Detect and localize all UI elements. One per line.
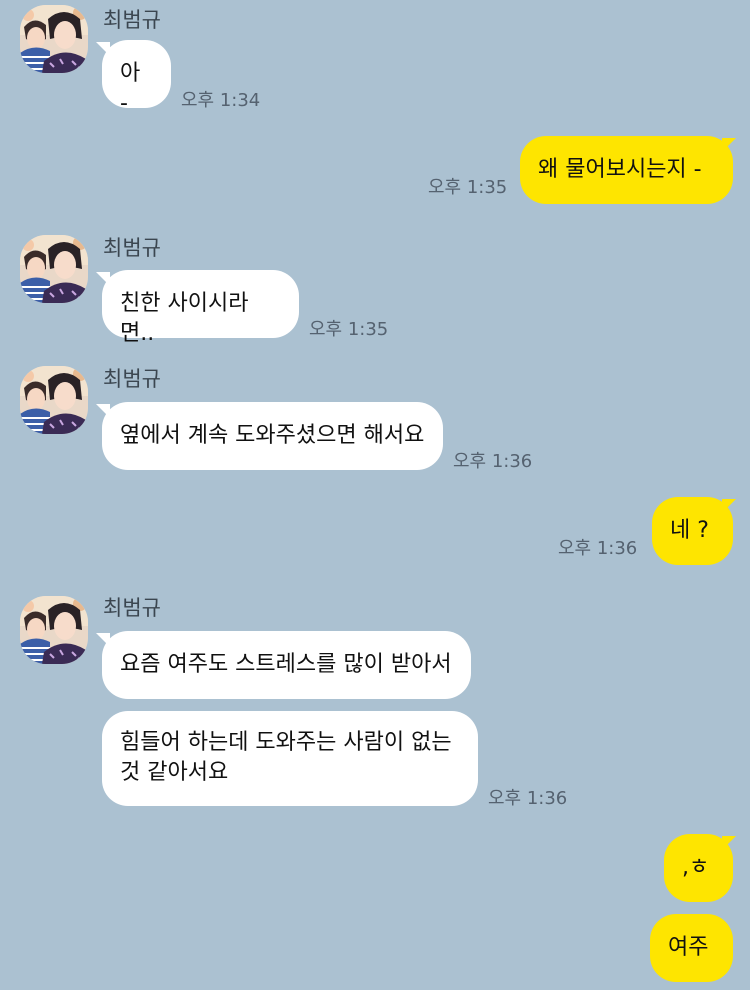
message-bubble-incoming[interactable]: 옆에서 계속 도와주셨으면 해서요	[102, 402, 443, 470]
message-bubble-outgoing[interactable]: ,ㅎ	[664, 834, 733, 902]
message-timestamp: 오후 1:34	[181, 90, 261, 111]
avatar[interactable]	[20, 5, 88, 73]
avatar-image	[20, 596, 88, 664]
sender-name: 최범규	[103, 367, 161, 391]
message-bubble-incoming[interactable]: 아 -	[102, 40, 171, 116]
sender-name: 최범규	[103, 596, 161, 620]
message-bubble-outgoing[interactable]: 여주	[650, 914, 733, 982]
message-timestamp: 오후 1:35	[428, 177, 508, 198]
message-bubble-incoming[interactable]: 친한 사이시라면..	[102, 270, 299, 346]
sender-name: 최범규	[103, 236, 161, 260]
message-timestamp: 오후 1:36	[558, 538, 638, 559]
message-timestamp: 오후 1:36	[453, 451, 533, 472]
sender-name: 최범규	[103, 8, 161, 32]
avatar-image	[20, 366, 88, 434]
message-bubble-incoming[interactable]: 힘들어 하는데 도와주는 사람이 없는 것 같아서요	[102, 711, 478, 806]
message-bubble-outgoing[interactable]: 왜 물어보시는지 -	[520, 136, 733, 204]
message-timestamp: 오후 1:35	[309, 319, 389, 340]
avatar[interactable]	[20, 366, 88, 434]
avatar-image	[20, 5, 88, 73]
message-timestamp: 오후 1:36	[488, 788, 568, 809]
message-bubble-outgoing[interactable]: 네 ?	[652, 497, 733, 565]
avatar-image	[20, 235, 88, 303]
avatar[interactable]	[20, 235, 88, 303]
message-bubble-incoming[interactable]: 요즘 여주도 스트레스를 많이 받아서	[102, 631, 471, 699]
avatar[interactable]	[20, 596, 88, 664]
